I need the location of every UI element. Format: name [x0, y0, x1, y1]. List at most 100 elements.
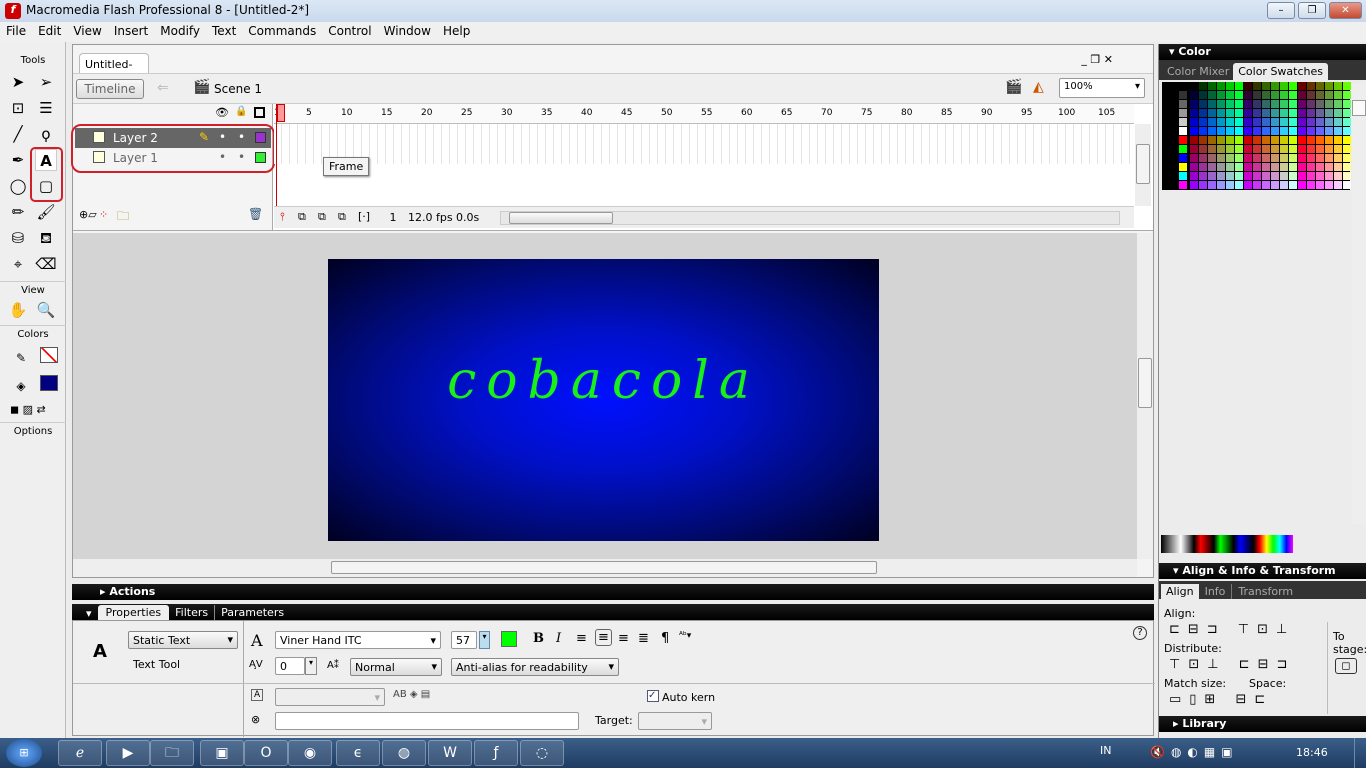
swatch[interactable] [1190, 91, 1198, 99]
stage-vertical-scrollbar[interactable] [1137, 233, 1153, 559]
taskbar-ie-icon[interactable]: ℯ [58, 740, 102, 766]
swatch[interactable] [1226, 91, 1234, 99]
swatch[interactable] [1253, 145, 1261, 153]
insert-folder-icon[interactable]: 🗀 [117, 207, 129, 228]
timeline-vertical-scrollbar[interactable] [1135, 124, 1151, 206]
library-panel-header[interactable]: ▸ Library [1159, 716, 1366, 732]
align-left-button[interactable]: ≡ [576, 631, 587, 646]
tab-properties[interactable]: Properties [97, 605, 170, 620]
swatch[interactable] [1235, 181, 1243, 189]
swatch[interactable] [1190, 154, 1198, 162]
align-buttons[interactable]: ⊏⊟⊐ ⊤⊡⊥ [1169, 622, 1295, 637]
swatch[interactable] [1289, 136, 1297, 144]
onion-outline-icon[interactable]: ⧉ [318, 210, 326, 224]
swatch[interactable] [1325, 181, 1333, 189]
swatch[interactable] [1271, 91, 1279, 99]
swatch[interactable] [1190, 118, 1198, 126]
swatch[interactable] [1235, 118, 1243, 126]
playhead[interactable] [276, 104, 285, 208]
swatch[interactable] [1253, 100, 1261, 108]
text-direction-icon[interactable]: ᴬᵇ▾ [679, 631, 691, 641]
swatch[interactable] [1298, 82, 1306, 90]
url-field[interactable] [275, 712, 579, 730]
align-center-button[interactable]: ≡ [595, 629, 612, 646]
swatch[interactable] [1343, 109, 1351, 117]
selectable-icon[interactable]: A [251, 689, 264, 701]
swatch[interactable] [1289, 145, 1297, 153]
swatch[interactable] [1280, 100, 1288, 108]
frames-grid[interactable] [274, 124, 1134, 164]
swatch[interactable] [1271, 136, 1279, 144]
taskbar-flash-icon[interactable]: ƒ [474, 740, 518, 766]
swatch[interactable] [1271, 109, 1279, 117]
swatch[interactable] [1253, 91, 1261, 99]
menu-text[interactable]: Text [206, 22, 242, 42]
swatch[interactable] [1316, 82, 1324, 90]
paragraph-format-icon[interactable]: ¶ [661, 631, 669, 646]
tab-align[interactable]: Align [1161, 584, 1199, 599]
timeline-horizontal-scrollbar[interactable] [500, 211, 1120, 225]
swatch[interactable] [1298, 100, 1306, 108]
swatch[interactable] [1199, 136, 1207, 144]
swatch[interactable] [1316, 172, 1324, 180]
free-transform-tool-icon[interactable]: ⊡ [7, 97, 29, 119]
menu-control[interactable]: Control [322, 22, 377, 42]
swatch[interactable] [1307, 172, 1315, 180]
fill-color-swatch[interactable] [40, 375, 58, 391]
doc-window-controls[interactable]: _ ❐ ✕ [1081, 53, 1113, 66]
swatch[interactable] [1307, 145, 1315, 153]
menu-modify[interactable]: Modify [154, 22, 206, 42]
swatch[interactable] [1190, 127, 1198, 135]
lock-icon[interactable]: 🔒 [235, 106, 247, 117]
document-tab[interactable]: Untitled-2* [79, 53, 149, 84]
line-tool-icon[interactable]: ╱ [7, 123, 29, 145]
swatch[interactable] [1262, 154, 1270, 162]
swatch[interactable] [1307, 163, 1315, 171]
swatch[interactable] [1307, 82, 1315, 90]
menu-commands[interactable]: Commands [242, 22, 322, 42]
swatch[interactable] [1208, 136, 1216, 144]
swatch[interactable] [1343, 154, 1351, 162]
language-indicator[interactable]: IN [1100, 744, 1111, 757]
swatch[interactable] [1235, 163, 1243, 171]
swatch[interactable] [1334, 181, 1342, 189]
swatch[interactable] [1262, 136, 1270, 144]
swatch[interactable] [1343, 145, 1351, 153]
swatch[interactable] [1343, 100, 1351, 108]
minimize-button[interactable]: – [1267, 2, 1295, 19]
swatch[interactable] [1325, 154, 1333, 162]
onion-markers-icon[interactable]: [·] [358, 210, 370, 223]
taskbar-firefox-icon[interactable]: ◍ [382, 740, 426, 766]
swatch[interactable] [1179, 172, 1187, 180]
tab-transform[interactable]: Transform [1232, 584, 1299, 599]
match-space-buttons[interactable]: ▭▯⊞ ⊟⊏ [1169, 692, 1273, 707]
auto-kern-checkbox[interactable]: ✓ [647, 690, 659, 702]
subselect-tool-icon[interactable]: ➢ [35, 71, 57, 93]
swatch[interactable] [1325, 91, 1333, 99]
swatch[interactable] [1343, 118, 1351, 126]
swatch[interactable] [1179, 163, 1187, 171]
swatch[interactable] [1217, 127, 1225, 135]
swatch[interactable] [1190, 82, 1198, 90]
swatch[interactable] [1235, 100, 1243, 108]
menu-help[interactable]: Help [437, 22, 476, 42]
swatch[interactable] [1179, 145, 1187, 153]
swatch[interactable] [1280, 136, 1288, 144]
swatch[interactable] [1325, 136, 1333, 144]
swatch[interactable] [1289, 172, 1297, 180]
swatch[interactable] [1244, 127, 1252, 135]
swatch[interactable] [1244, 109, 1252, 117]
text-color-swatch[interactable] [501, 631, 517, 647]
swatch[interactable] [1280, 172, 1288, 180]
swatch[interactable] [1226, 100, 1234, 108]
swatch[interactable] [1334, 109, 1342, 117]
tab-parameters[interactable]: Parameters [215, 605, 290, 620]
swatch[interactable] [1199, 163, 1207, 171]
swatch[interactable] [1199, 118, 1207, 126]
pen-tool-icon[interactable]: ✒ [7, 149, 29, 171]
swatch[interactable] [1316, 163, 1324, 171]
swatch[interactable] [1244, 181, 1252, 189]
swatch[interactable] [1289, 118, 1297, 126]
swatch[interactable] [1280, 109, 1288, 117]
swatch[interactable] [1307, 109, 1315, 117]
